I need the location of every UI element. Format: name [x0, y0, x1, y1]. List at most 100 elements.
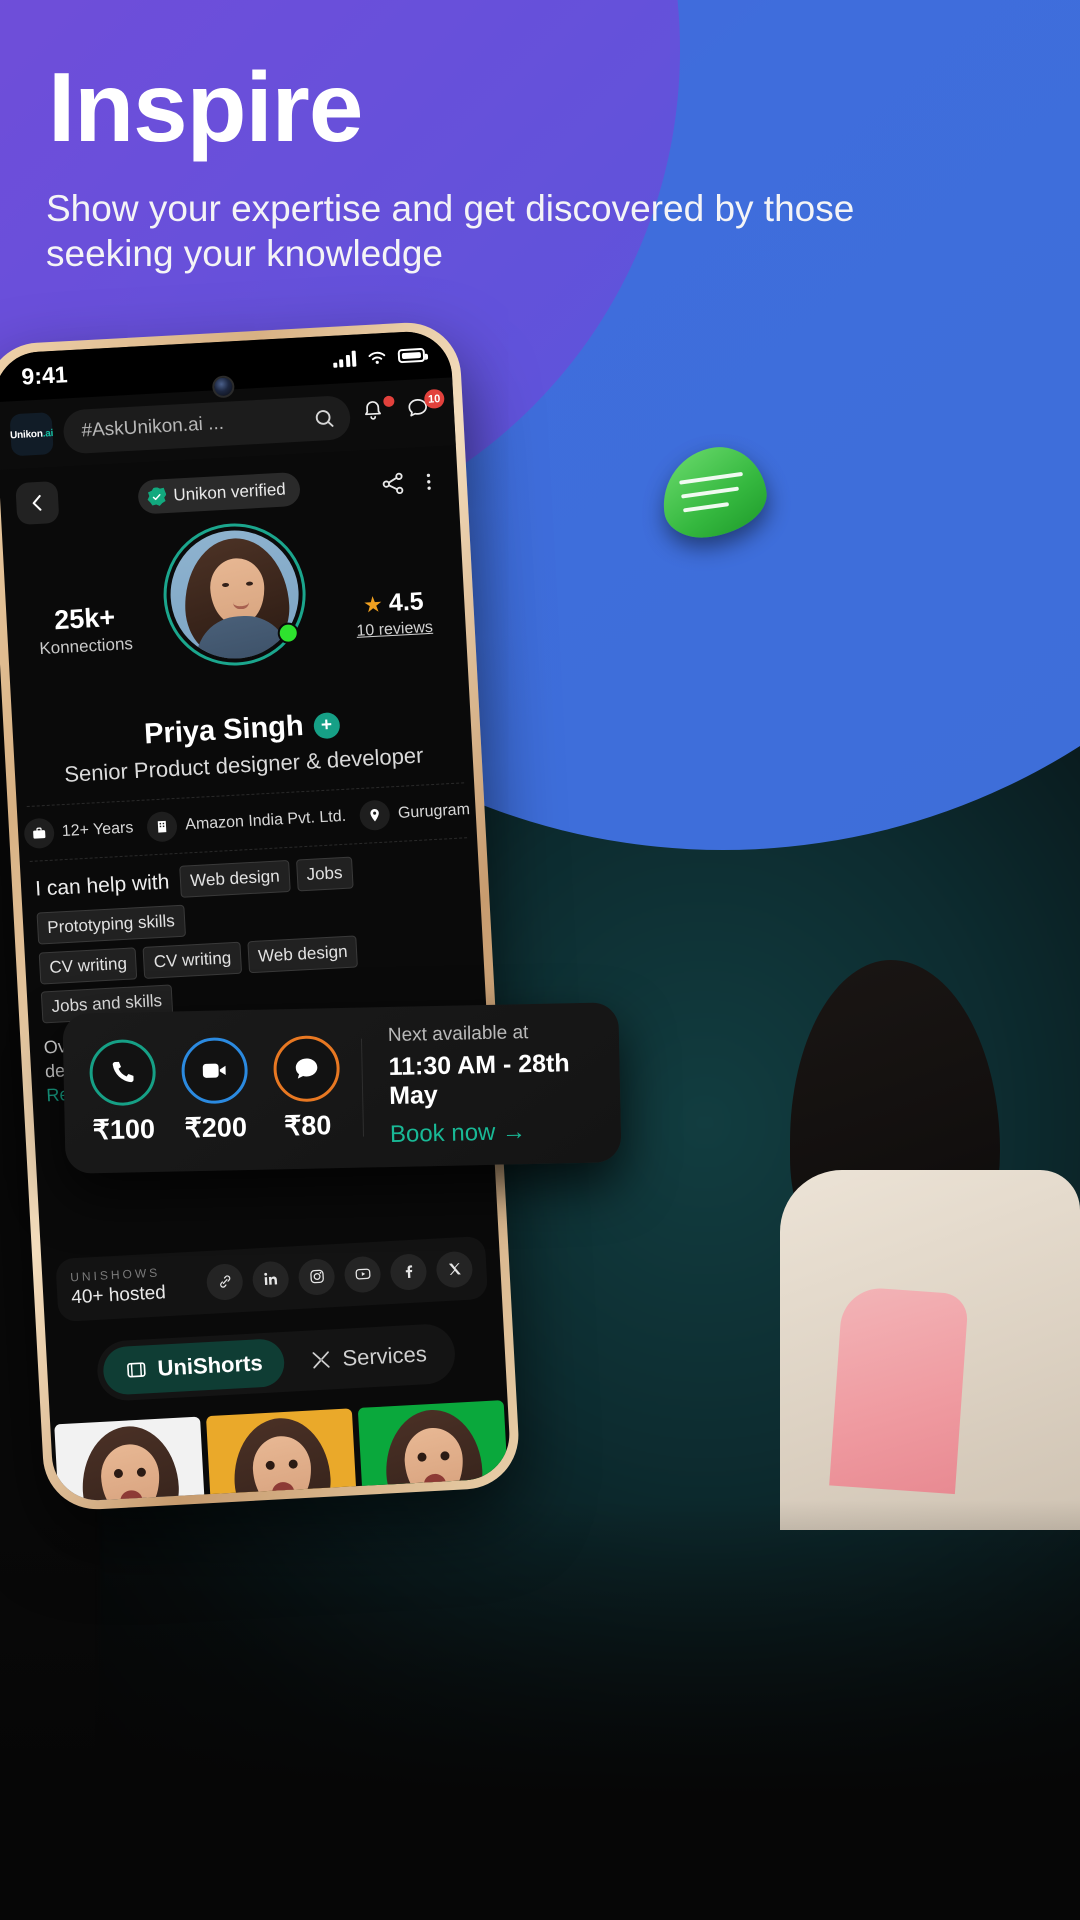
status-indicators [332, 343, 426, 372]
unishort-thumbnail[interactable] [54, 1416, 210, 1503]
tab-services[interactable]: Services [287, 1329, 450, 1386]
tabs-wrap: UniShorts Services [96, 1323, 457, 1403]
skill-chip[interactable]: CV writing [38, 947, 138, 985]
availability-label: Next available at [387, 1022, 529, 1047]
x-twitter-icon[interactable] [435, 1250, 474, 1289]
briefcase-icon [23, 817, 55, 850]
book-now-button[interactable]: Book now → [390, 1116, 622, 1149]
rating-stat[interactable]: ★ 4.5 10 reviews [338, 586, 451, 642]
video-camera-icon [202, 1063, 226, 1078]
credential-location: Gurugram [359, 795, 470, 831]
credential-text: Gurugram [397, 801, 471, 822]
tab-label: UniShorts [156, 1350, 264, 1382]
notification-dot-badge [383, 395, 395, 408]
status-time: 9:41 [20, 360, 69, 390]
link-icon[interactable] [205, 1262, 244, 1301]
linkedin-icon[interactable] [251, 1260, 290, 1299]
facebook-icon[interactable] [389, 1252, 428, 1291]
skills-section: I can help with Web design Jobs Prototyp… [20, 838, 486, 1025]
logo-suffix: .ai [42, 427, 54, 440]
konnections-stat: 25k+ Konnections [24, 600, 147, 659]
logo-text: Unikon [9, 428, 43, 441]
rating-value: 4.5 [388, 587, 425, 618]
unishorts-grid [50, 1400, 512, 1503]
unishows-hosted-count: 40+ hosted [70, 1282, 167, 1309]
credential-company: Amazon India Pvt. Ltd. [146, 802, 347, 843]
background-person-photo [780, 960, 1080, 1530]
credential-experience: 12+ Years [23, 813, 134, 850]
skill-chip[interactable]: Web design [247, 935, 359, 974]
price-value: ₹200 [184, 1112, 248, 1144]
skill-chip[interactable]: Jobs [295, 856, 354, 892]
credential-text: 12+ Years [61, 819, 134, 841]
pricing-card: ₹100 ₹200 ₹80 Next available at 11:30 AM… [62, 1002, 622, 1174]
reviews-link[interactable]: 10 reviews [339, 618, 450, 642]
online-status-dot [277, 622, 300, 645]
search-icon[interactable] [312, 406, 337, 431]
tab-label: Services [341, 1341, 428, 1372]
avatar[interactable] [159, 519, 310, 670]
availability-block: Next available at 11:30 AM - 28th May Bo… [362, 1020, 622, 1149]
pricing-option-call[interactable]: ₹100 [88, 1038, 157, 1146]
skill-chip[interactable]: CV writing [142, 941, 243, 979]
film-icon [127, 1362, 146, 1378]
follow-button[interactable]: + [312, 711, 341, 739]
chevron-left-icon [32, 494, 42, 511]
phone-screen: 9:41 Unikon .ai #AskUnikon.ai ... 10 Uni… [0, 329, 512, 1503]
unishows-labels: UNISHOWS 40+ hosted [70, 1266, 167, 1310]
phone-icon [112, 1061, 134, 1083]
notifications-button[interactable] [360, 395, 396, 434]
video-icon-circle [180, 1036, 249, 1105]
search-input[interactable]: #AskUnikon.ai ... [62, 394, 352, 455]
leaf-line-2 [681, 486, 740, 499]
credential-text: Amazon India Pvt. Ltd. [184, 807, 347, 834]
messages-button[interactable]: 10 [405, 388, 445, 431]
verified-badge: Unikon verified [137, 471, 301, 515]
tools-icon [312, 1351, 331, 1369]
location-pin-icon [359, 799, 391, 831]
star-icon: ★ [362, 590, 384, 618]
chat-bubble-icon [295, 1058, 318, 1079]
battery-icon [397, 347, 426, 364]
unishows-eyebrow: UNISHOWS [69, 1265, 161, 1285]
hero-title: Inspire [48, 52, 363, 162]
person-scarf [829, 1285, 969, 1495]
profile-actions [379, 468, 440, 497]
content-tabs: UniShorts Services [46, 1320, 507, 1405]
search-placeholder: #AskUnikon.ai ... [80, 412, 225, 442]
verified-badge-icon [147, 487, 167, 507]
konnections-value: 25k+ [53, 601, 116, 636]
messages-count-badge: 10 [423, 388, 445, 409]
chat-icon-circle [272, 1035, 341, 1103]
konnections-label: Konnections [38, 634, 134, 659]
hero-subtitle: Show your expertise and get discovered b… [46, 188, 855, 275]
signal-bars-icon [332, 350, 357, 368]
unishort-thumbnail[interactable] [357, 1400, 512, 1503]
profile-hero: 25k+ Konnections ★ 4.5 10 reviews [2, 505, 470, 725]
tab-unishorts[interactable]: UniShorts [102, 1338, 286, 1396]
bottom-fade [0, 1500, 1080, 1920]
share-icon[interactable] [379, 470, 406, 497]
phone-icon-circle [88, 1038, 157, 1107]
more-vertical-icon[interactable] [417, 470, 440, 493]
youtube-icon[interactable] [343, 1255, 382, 1294]
unikon-logo[interactable]: Unikon .ai [9, 412, 54, 457]
skills-lead-label: I can help with [34, 870, 170, 901]
back-button[interactable] [15, 480, 60, 526]
skill-chip[interactable]: Web design [179, 859, 291, 898]
availability-time: 11:30 AM - 28th May [388, 1049, 570, 1111]
pricing-options: ₹100 ₹200 ₹80 [63, 1035, 363, 1147]
unishort-thumbnail[interactable] [206, 1408, 361, 1503]
pricing-option-chat[interactable]: ₹80 [272, 1035, 341, 1142]
leaf-line-3 [682, 502, 730, 513]
bell-icon [365, 401, 381, 420]
phone-mockup: 9:41 Unikon .ai #AskUnikon.ai ... 10 Uni… [0, 319, 522, 1513]
price-value: ₹100 [92, 1113, 156, 1146]
building-icon [146, 810, 179, 843]
pricing-option-video[interactable]: ₹200 [180, 1036, 249, 1144]
rating-line: ★ 4.5 [338, 586, 449, 621]
skill-chip[interactable]: Prototyping skills [36, 904, 186, 945]
leaf-line-1 [679, 471, 744, 485]
instagram-icon[interactable] [297, 1257, 336, 1296]
phone-frame: 9:41 Unikon .ai #AskUnikon.ai ... 10 Uni… [0, 319, 522, 1513]
